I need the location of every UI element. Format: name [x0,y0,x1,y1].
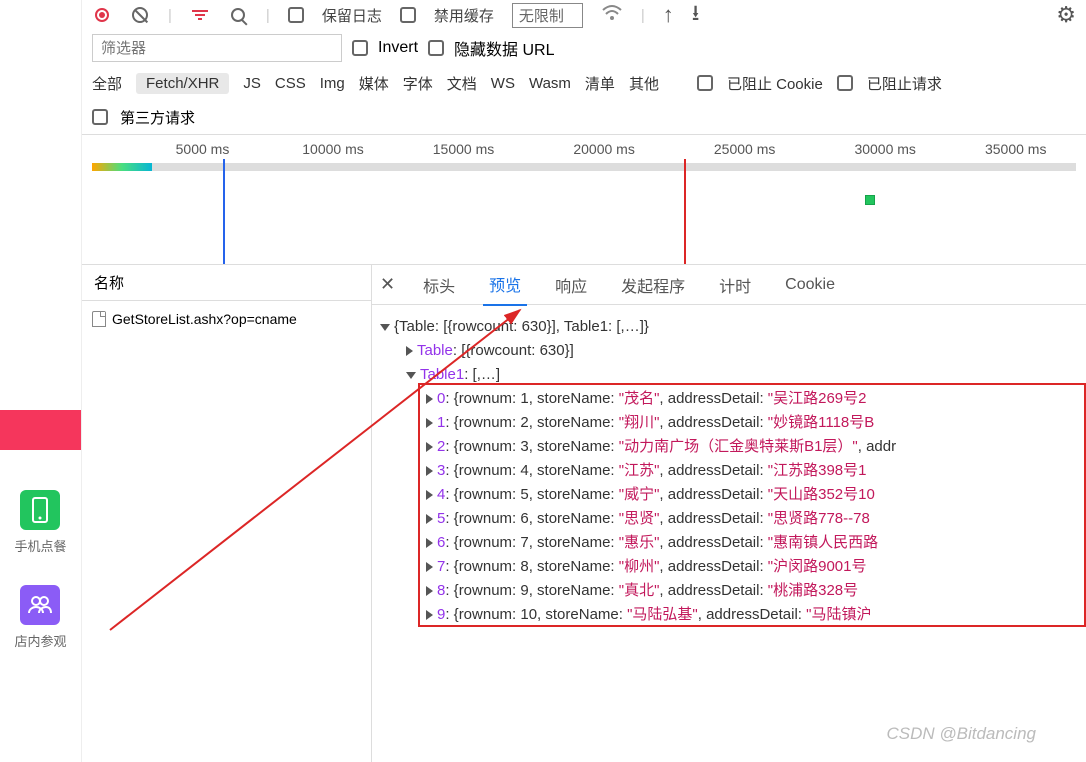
invert-checkbox[interactable] [352,40,368,56]
third-party-label: 第三方请求 [120,107,195,128]
third-party-checkbox[interactable] [92,109,108,125]
preserve-log-label: 保留日志 [322,5,382,26]
annotation-box [418,383,1086,627]
upload-icon[interactable]: ↑ [663,2,674,28]
preserve-log-checkbox[interactable] [288,7,304,23]
type-css[interactable]: CSS [275,75,306,92]
detail-tabs: ✕ 标头 预览 响应 发起程序 计时 Cookie [372,265,1086,305]
type-fetch-xhr[interactable]: Fetch/XHR [136,73,229,94]
filter-row: Invert 隐藏数据 URL [82,30,1086,66]
type-wasm[interactable]: Wasm [529,75,571,92]
sidebar-item-store-view[interactable]: 店内参观 [14,585,66,650]
filter-input[interactable] [92,34,342,62]
network-toolbar: | | 保留日志 禁用缓存 无限制 | ↑ ⭳ ⚙ [82,0,1086,30]
tab-initiator[interactable]: 发起程序 [615,265,691,305]
tab-response[interactable]: 响应 [549,265,593,305]
timeline-track [92,163,1076,171]
type-font[interactable]: 字体 [403,73,433,94]
disable-cache-checkbox[interactable] [400,7,416,23]
tab-cookie[interactable]: Cookie [779,268,841,302]
close-icon[interactable]: ✕ [380,274,395,295]
tab-preview[interactable]: 预览 [483,265,527,306]
type-other[interactable]: 其他 [629,73,659,94]
tab-timing[interactable]: 计时 [713,265,757,305]
timeline-request-block [865,195,875,205]
request-list: 名称 GetStoreList.ashx?op=cname [82,265,372,762]
timeline-marker-load [223,159,225,264]
devtools-network-panel: | | 保留日志 禁用缓存 无限制 | ↑ ⭳ ⚙ Invert 隐藏数据 UR… [82,0,1086,762]
type-js[interactable]: JS [243,75,261,92]
group-icon [20,585,60,625]
request-panel: 名称 GetStoreList.ashx?op=cname ✕ 标头 预览 响应… [82,264,1086,762]
disable-cache-label: 禁用缓存 [434,5,494,26]
type-filter-row: 全部 Fetch/XHR JS CSS Img 媒体 字体 文档 WS Wasm… [82,66,1086,100]
sidebar-item-phone-order[interactable]: 手机点餐 [14,490,66,555]
app-sidebar: 手机点餐 店内参观 [0,0,82,762]
type-ws[interactable]: WS [491,75,515,92]
request-name: GetStoreList.ashx?op=cname [112,311,297,327]
wifi-icon[interactable] [601,4,623,26]
clear-button[interactable] [130,5,150,25]
settings-icon[interactable]: ⚙ [1056,2,1076,28]
download-icon[interactable]: ⭳ [692,0,700,34]
throttle-select[interactable]: 无限制 [512,3,583,28]
blocked-cookie-label: 已阻止 Cookie [727,73,823,94]
request-detail: ✕ 标头 预览 响应 发起程序 计时 Cookie {Table: [{rowc… [372,265,1086,762]
record-button[interactable] [92,5,112,25]
json-preview[interactable]: {Table: [{rowcount: 630}], Table1: [,…]}… [372,305,1086,762]
phone-icon [20,490,60,530]
sidebar-active-indicator [0,410,81,450]
filter-toggle-icon[interactable] [190,5,210,25]
sidebar-label: 手机点餐 [14,536,66,555]
tab-headers[interactable]: 标头 [417,265,461,305]
hide-data-url-checkbox[interactable] [428,40,444,56]
blocked-cookie-checkbox[interactable] [697,75,713,91]
watermark: CSDN @Bitdancing [886,724,1036,744]
type-all[interactable]: 全部 [92,73,122,94]
blocked-req-label: 已阻止请求 [867,73,942,94]
timeline[interactable]: 5000 ms 10000 ms 15000 ms 20000 ms 25000… [82,134,1086,264]
invert-label: Invert [378,39,418,57]
timeline-marker-dom [684,159,686,264]
type-media[interactable]: 媒体 [359,73,389,94]
hide-data-url-label: 隐藏数据 URL [454,36,554,60]
search-icon[interactable] [228,5,248,25]
file-icon [92,311,106,327]
type-manifest[interactable]: 清单 [585,73,615,94]
type-filter-row-2: 第三方请求 [82,100,1086,134]
type-img[interactable]: Img [320,75,345,92]
request-item[interactable]: GetStoreList.ashx?op=cname [82,301,371,337]
blocked-req-checkbox[interactable] [837,75,853,91]
sidebar-label: 店内参观 [14,631,66,650]
name-column-header[interactable]: 名称 [82,265,371,301]
type-doc[interactable]: 文档 [447,73,477,94]
